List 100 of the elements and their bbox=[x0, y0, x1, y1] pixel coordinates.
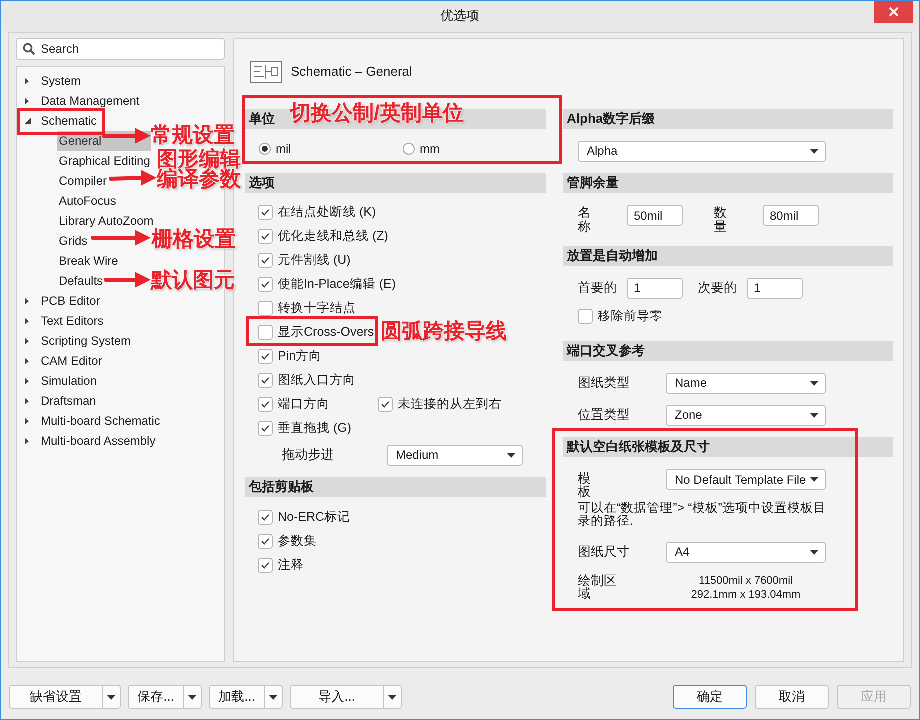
field-label: 图纸尺寸 bbox=[578, 543, 631, 562]
check-icon bbox=[261, 424, 270, 432]
tree-item[interactable]: Break Wire bbox=[57, 251, 118, 271]
tree-item[interactable]: System bbox=[40, 72, 82, 90]
tree-item[interactable]: Schematic bbox=[40, 112, 98, 130]
tree-item[interactable]: Data Management bbox=[40, 92, 141, 110]
check-icon bbox=[261, 514, 270, 520]
checkbox[interactable] bbox=[258, 276, 273, 292]
annotation-text: 编译参数 bbox=[157, 168, 241, 192]
dropdown[interactable]: No Default Template File bbox=[666, 469, 826, 490]
tree-item[interactable]: Scripting System bbox=[40, 332, 132, 350]
checkbox-label: 使能In-Place编辑 (E) bbox=[278, 276, 396, 293]
section-header: 放置是自动增加 bbox=[563, 246, 893, 266]
split-button[interactable]: 加载... bbox=[209, 685, 283, 709]
dialog-button[interactable]: 取消 bbox=[755, 685, 829, 709]
field-label: 图纸类型 bbox=[578, 374, 631, 392]
tree-item[interactable]: Text Editors bbox=[40, 312, 105, 330]
annotation-text: 圆弧跨接导线 bbox=[381, 319, 507, 344]
checkbox[interactable] bbox=[258, 534, 273, 548]
caret-icon bbox=[388, 694, 397, 700]
checkbox[interactable] bbox=[258, 204, 273, 220]
field-label: 名称 bbox=[578, 206, 592, 234]
search-icon bbox=[23, 43, 35, 55]
check-icon bbox=[261, 562, 270, 568]
annotation-text: 栅格设置 bbox=[152, 227, 236, 252]
tree-item[interactable]: Multi-board Schematic bbox=[40, 412, 162, 430]
window-title: 优选项 bbox=[440, 7, 480, 26]
checkbox-label: 端口方向 bbox=[278, 396, 330, 413]
section-header: 管脚余量 bbox=[563, 173, 893, 193]
checkbox[interactable] bbox=[378, 396, 393, 412]
tree-item[interactable]: Library AutoZoom bbox=[57, 211, 154, 231]
checkbox[interactable] bbox=[258, 420, 273, 436]
checkbox[interactable] bbox=[258, 348, 273, 364]
split-button[interactable]: 导入... bbox=[290, 685, 402, 709]
radio-label: mm bbox=[420, 141, 440, 158]
check-icon bbox=[261, 538, 270, 544]
check-icon bbox=[261, 232, 270, 240]
dropdown[interactable]: Medium bbox=[387, 444, 523, 466]
caret-icon bbox=[188, 694, 197, 700]
caret-icon bbox=[507, 452, 516, 458]
caret-icon bbox=[810, 412, 819, 418]
page-title: Schematic – General bbox=[291, 63, 412, 82]
tree-item[interactable]: Defaults bbox=[57, 271, 104, 291]
caret-icon bbox=[810, 477, 819, 482]
checkbox[interactable] bbox=[258, 396, 273, 412]
checkbox[interactable] bbox=[258, 300, 273, 316]
split-button[interactable]: 缺省设置 bbox=[9, 685, 121, 709]
input-field[interactable]: 80mil bbox=[763, 205, 819, 226]
tree-item[interactable]: Draftsman bbox=[40, 392, 98, 410]
checkbox[interactable] bbox=[258, 252, 273, 268]
radio-button[interactable] bbox=[403, 143, 415, 155]
input-field[interactable]: 1 bbox=[627, 278, 683, 298]
split-button[interactable]: 保存... bbox=[128, 685, 202, 709]
tree-item[interactable]: Compiler bbox=[57, 171, 108, 191]
checkbox-label: No-ERC标记 bbox=[278, 508, 351, 526]
checkbox-label: 移除前导零 bbox=[598, 308, 663, 325]
tree-item[interactable]: Simulation bbox=[40, 372, 98, 390]
checkbox-label: 图纸入口方向 bbox=[278, 372, 356, 389]
caret-icon bbox=[269, 694, 278, 700]
checkbox[interactable] bbox=[258, 558, 273, 572]
tree-item[interactable]: CAM Editor bbox=[40, 352, 104, 370]
check-icon bbox=[261, 280, 270, 288]
dropdown[interactable]: Name bbox=[666, 372, 826, 394]
search-field[interactable]: Search bbox=[16, 38, 225, 60]
checkbox[interactable] bbox=[258, 228, 273, 244]
section-header: 包括剪贴板 bbox=[245, 477, 546, 497]
checkbox[interactable] bbox=[258, 324, 273, 340]
tree-item[interactable]: AutoFocus bbox=[57, 191, 116, 211]
check-icon bbox=[261, 400, 270, 408]
close-button[interactable] bbox=[874, 1, 913, 23]
field-label: 次要的 bbox=[698, 279, 738, 298]
tree-item[interactable]: Grids bbox=[57, 231, 88, 251]
section-header: 默认空白纸张模板及尺寸 bbox=[563, 437, 893, 457]
tree-item[interactable]: PCB Editor bbox=[40, 292, 102, 310]
caret-icon bbox=[810, 380, 819, 386]
check-icon bbox=[261, 256, 270, 264]
caret-icon bbox=[810, 148, 819, 154]
check-icon bbox=[261, 352, 270, 360]
checkbox-label: 转换十字结点 bbox=[278, 300, 356, 317]
checkbox[interactable] bbox=[258, 372, 273, 388]
field-label: 模板 bbox=[578, 472, 592, 498]
tree-item[interactable]: Multi-board Assembly bbox=[40, 432, 157, 450]
annotation-text: 常规设置 bbox=[151, 123, 235, 148]
section-header: 端口交叉参考 bbox=[563, 341, 893, 361]
field-label: 数量 bbox=[714, 206, 728, 234]
area-value: 292.1mm x 193.04mm bbox=[691, 588, 801, 602]
input-field[interactable]: 1 bbox=[747, 278, 803, 298]
checkbox-label: 在结点处断线 (K) bbox=[278, 204, 376, 221]
checkbox-label: Pin方向 bbox=[278, 348, 322, 365]
checkbox[interactable] bbox=[258, 510, 273, 524]
input-field[interactable]: 50mil bbox=[627, 205, 683, 226]
field-label: 首要的 bbox=[578, 279, 618, 298]
dropdown[interactable]: A4 bbox=[666, 542, 826, 562]
dialog-button[interactable]: 确定 bbox=[673, 685, 747, 709]
tree-item[interactable]: Graphical Editing bbox=[57, 151, 150, 171]
checkbox-label: 垂直拖拽 (G) bbox=[278, 420, 352, 437]
dropdown[interactable]: Zone bbox=[666, 404, 826, 426]
radio-button[interactable] bbox=[259, 143, 271, 155]
dropdown[interactable]: Alpha bbox=[578, 140, 826, 162]
checkbox[interactable] bbox=[578, 308, 593, 324]
